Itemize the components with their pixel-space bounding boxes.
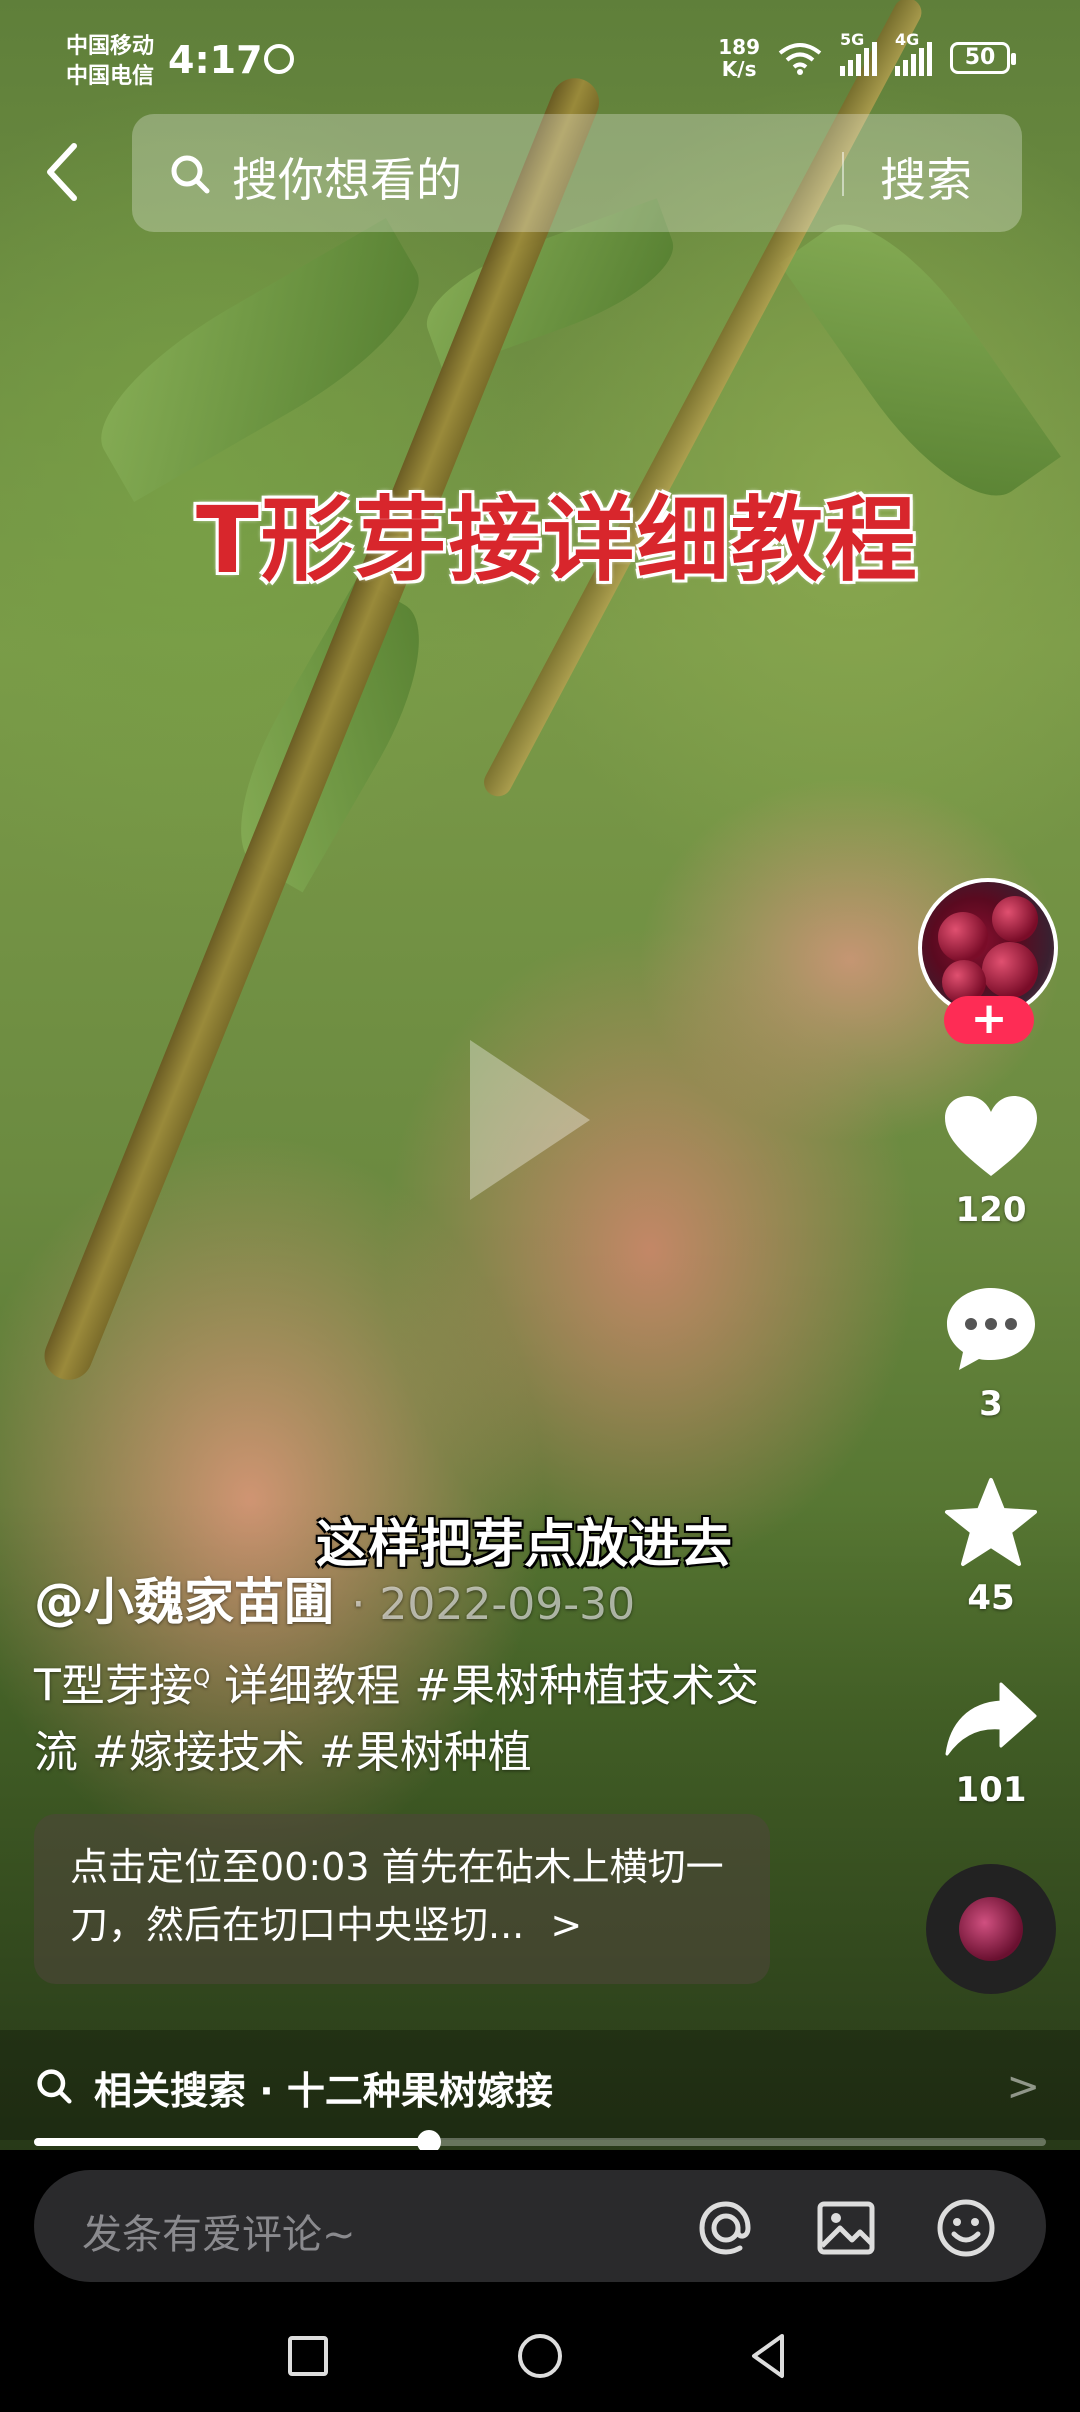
like-button[interactable]: 120: [926, 1094, 1056, 1230]
search-button[interactable]: 搜索: [880, 144, 972, 210]
share-button[interactable]: 101: [926, 1680, 1056, 1810]
caption-search-link[interactable]: T型芽接: [34, 1661, 193, 1712]
comment-bar: 发条有爱评论~: [0, 2150, 1080, 2300]
network-type-2: 4G: [895, 30, 920, 49]
post-date: · 2022-09-30: [351, 1579, 636, 1630]
recent-apps-icon[interactable]: [276, 2324, 340, 2388]
music-disc-icon[interactable]: [926, 1864, 1056, 1994]
search-icon: Q: [192, 1666, 211, 1691]
comment-bubble-icon: [947, 1288, 1035, 1370]
search-divider: [842, 152, 844, 196]
status-indicators: 189 K/s 5G 4G 50: [718, 30, 1016, 80]
clock: 4:17: [168, 38, 263, 82]
like-count: 120: [955, 1190, 1027, 1230]
author-name[interactable]: @小魏家苗圃: [34, 1573, 334, 1631]
system-nav-bar: [0, 2300, 1080, 2412]
chevron-right-icon: >: [1006, 2064, 1040, 2110]
signal-1: 5G: [840, 30, 877, 76]
status-bar: 中国移动 中国电信 4:17 189 K/s 5G 4G 50: [0, 0, 1080, 120]
post-caption: T型芽接Q 详细教程 #果树种植技术交流 #嫁接技术 #果树种植: [34, 1646, 794, 1786]
network-speed: 189 K/s: [718, 36, 760, 80]
mention-icon[interactable]: [694, 2196, 758, 2260]
search-input[interactable]: 搜你想看的: [232, 144, 462, 210]
back-icon[interactable]: [738, 2324, 802, 2388]
emoji-icon[interactable]: [934, 2196, 998, 2260]
network-type-1: 5G: [840, 30, 865, 49]
share-arrow-icon: [945, 1682, 1037, 1756]
favorite-count: 45: [967, 1578, 1015, 1618]
chapter-text: 点击定位至00:03 首先在砧木上横切一刀，然后在切口中央竖切...: [70, 1845, 724, 1947]
alarm-clock-icon: [264, 44, 294, 74]
star-icon: [945, 1478, 1037, 1566]
carrier-2: 中国电信: [66, 64, 155, 89]
search-icon: [171, 155, 210, 194]
share-count: 101: [955, 1770, 1027, 1810]
screen: 中国移动 中国电信 4:17 189 K/s 5G 4G 50 搜你想看的 搜索…: [0, 0, 1080, 2412]
home-icon[interactable]: [508, 2324, 572, 2388]
favorite-button[interactable]: 45: [926, 1476, 1056, 1618]
comment-input[interactable]: 发条有爱评论~: [34, 2170, 1046, 2282]
related-search-label: 相关搜索 · 十二种果树嫁接: [94, 2069, 553, 2113]
comment-placeholder: 发条有爱评论~: [82, 2212, 356, 2258]
video-title-overlay: T形芽接详细教程: [196, 487, 919, 594]
post-author-line: @小魏家苗圃 · 2022-09-30: [34, 1562, 635, 1634]
back-arrow-icon[interactable]: [42, 142, 82, 202]
image-icon[interactable]: [814, 2196, 878, 2260]
comment-button[interactable]: 3: [926, 1284, 1056, 1424]
search-icon: [37, 2069, 72, 2104]
video-progress-bar[interactable]: [34, 2130, 1046, 2154]
network-speed-value: 189: [718, 35, 760, 59]
wifi-icon: [778, 43, 822, 75]
related-search-bar[interactable]: 相关搜索 · 十二种果树嫁接 >: [0, 2030, 1080, 2140]
chapter-jump-card[interactable]: 点击定位至00:03 首先在砧木上横切一刀，然后在切口中央竖切... >: [34, 1814, 770, 1984]
signal-2: 4G: [895, 30, 932, 76]
heart-icon: [945, 1096, 1037, 1176]
play-icon[interactable]: [470, 1040, 590, 1200]
follow-button[interactable]: +: [944, 996, 1034, 1044]
chevron-right-icon: >: [550, 1903, 583, 1947]
network-speed-unit: K/s: [721, 57, 757, 81]
battery-icon: 50: [950, 42, 1016, 74]
leaf-decoration: [74, 218, 446, 502]
search-bar[interactable]: 搜你想看的 搜索: [132, 114, 1022, 232]
carrier-1: 中国移动: [66, 34, 155, 59]
comment-count: 3: [979, 1384, 1003, 1424]
carrier-labels: 中国移动 中国电信: [66, 32, 154, 92]
battery-level: 50: [964, 45, 996, 70]
progress-fill: [34, 2138, 429, 2146]
